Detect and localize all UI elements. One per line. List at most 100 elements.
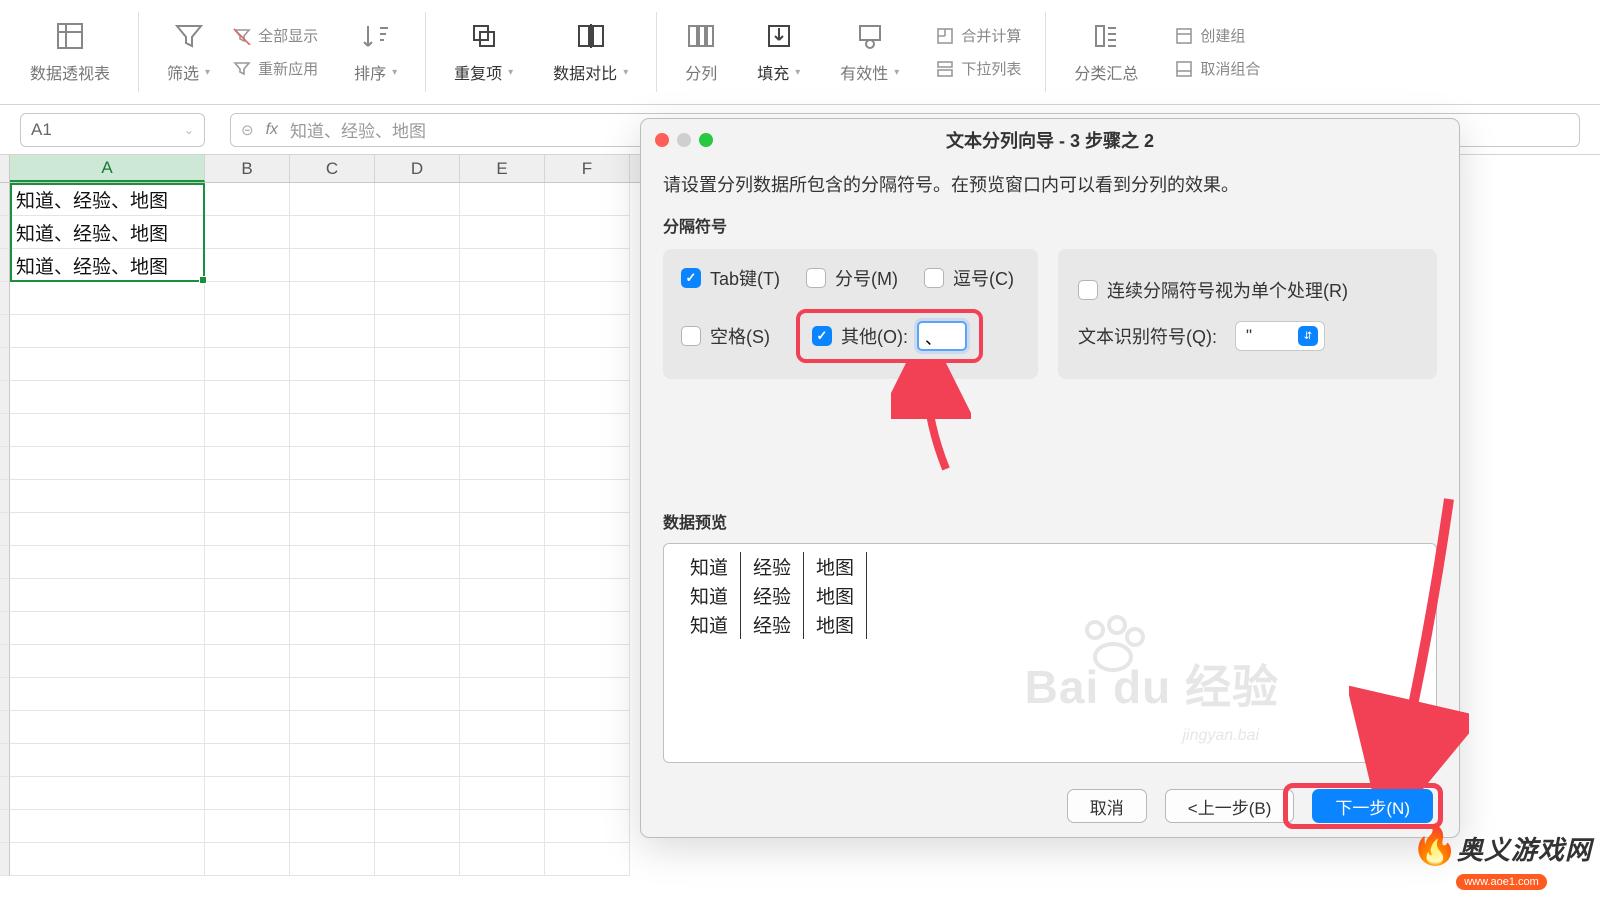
- validation-button[interactable]: 有效性: [832, 16, 907, 88]
- column-headers: A B C D E F: [0, 155, 640, 183]
- options-panel: 连续分隔符号视为单个处理(R) 文本识别符号(Q): " ⇵: [1058, 249, 1437, 379]
- split-icon: [685, 20, 717, 52]
- dropdown-list-button[interactable]: 下拉列表: [931, 56, 1025, 81]
- delimiter-tab[interactable]: ✓Tab键(T): [681, 265, 780, 291]
- cancel-button[interactable]: 取消: [1067, 789, 1147, 823]
- pivot-label: 数据透视表: [30, 60, 110, 84]
- dialog-buttons: 取消 <上一步(B) 下一步(N): [1067, 789, 1433, 823]
- sort-label: 排序: [354, 60, 397, 84]
- subtotal-label: 分类汇总: [1074, 60, 1138, 84]
- filter-icon: [173, 20, 205, 52]
- cell-a3[interactable]: 知道、经验、地图: [10, 249, 205, 282]
- next-button[interactable]: 下一步(N): [1312, 789, 1433, 823]
- col-header-f[interactable]: F: [545, 155, 630, 182]
- preview-box: 知道经验地图 知道经验地图 知道经验地图: [663, 543, 1437, 763]
- compare-button[interactable]: 数据对比: [545, 16, 636, 88]
- col-header-e[interactable]: E: [460, 155, 545, 182]
- show-all-icon: [232, 26, 252, 46]
- filter-label: 筛选: [167, 60, 210, 84]
- show-all-label: 全部显示: [258, 25, 318, 46]
- dialog-description: 请设置分列数据所包含的分隔符号。在预览窗口内可以看到分列的效果。: [663, 171, 1437, 197]
- subtotal-button[interactable]: 分类汇总: [1066, 16, 1146, 88]
- pivot-icon: [54, 20, 86, 52]
- split-column-button[interactable]: 分列: [677, 16, 725, 88]
- reapply-button[interactable]: 重新应用: [228, 56, 322, 81]
- back-button[interactable]: <上一步(B): [1165, 789, 1295, 823]
- ungroup-icon: [1174, 59, 1194, 79]
- chevron-down-icon: ⌄: [184, 123, 194, 137]
- delimiter-other-highlight: ✓其他(O): 、: [796, 309, 983, 363]
- maximize-button[interactable]: [699, 133, 713, 147]
- text-to-columns-dialog: 文本分列向导 - 3 步骤之 2 请设置分列数据所包含的分隔符号。在预览窗口内可…: [640, 118, 1460, 838]
- fill-button[interactable]: 填充: [749, 16, 808, 88]
- consolidate-icon: [935, 26, 955, 46]
- name-box-value: A1: [31, 120, 52, 140]
- show-all-button[interactable]: 全部显示: [228, 23, 322, 48]
- window-controls: [655, 133, 713, 147]
- consolidate-label: 合并计算: [961, 25, 1021, 46]
- col-header-d[interactable]: D: [375, 155, 460, 182]
- name-box[interactable]: A1 ⌄: [20, 113, 205, 147]
- group-icon: [1174, 26, 1194, 46]
- delimiter-other[interactable]: ✓其他(O):: [812, 323, 908, 349]
- site-badge: 🔥 奥义游戏网 www.aoe1.com: [1411, 824, 1592, 890]
- group-button[interactable]: 创建组: [1170, 23, 1264, 48]
- select-all-corner[interactable]: [0, 155, 10, 182]
- duplicates-button[interactable]: 重复项: [446, 16, 521, 88]
- delimiter-space[interactable]: 空格(S): [681, 323, 770, 349]
- delimiter-section-title: 分隔符号: [663, 213, 1437, 237]
- minimize-button[interactable]: [677, 133, 691, 147]
- cell-a2[interactable]: 知道、经验、地图: [10, 216, 205, 249]
- formula-content: 知道、经验、地图: [290, 117, 426, 142]
- checkbox-icon: [1078, 280, 1098, 300]
- checkbox-icon: [924, 268, 944, 288]
- dropdown-label: 下拉列表: [961, 58, 1021, 79]
- table-row: 知道经验地图: [678, 581, 867, 610]
- sort-button[interactable]: 排序: [346, 16, 405, 88]
- delimiter-other-input[interactable]: 、: [917, 321, 967, 351]
- split-label: 分列: [685, 60, 717, 84]
- checkbox-checked-icon: ✓: [812, 326, 832, 346]
- dialog-title: 文本分列向导 - 3 步骤之 2: [946, 127, 1154, 153]
- flame-icon: 🔥: [1411, 824, 1451, 872]
- group-label: 创建组: [1200, 25, 1245, 46]
- fx-icon: fx: [266, 121, 278, 139]
- table-row: 知道经验地图: [678, 552, 867, 581]
- compare-label: 数据对比: [553, 60, 628, 84]
- close-button[interactable]: [655, 133, 669, 147]
- delimiters-panel: ✓Tab键(T) 分号(M) 逗号(C) 空格(S) ✓其他(O): 、: [663, 249, 1038, 379]
- checkbox-icon: [681, 326, 701, 346]
- col-header-a[interactable]: A: [10, 155, 205, 182]
- delimiter-comma[interactable]: 逗号(C): [924, 265, 1014, 291]
- validation-icon: [854, 20, 886, 52]
- reapply-label: 重新应用: [258, 58, 318, 79]
- checkbox-icon: [806, 268, 826, 288]
- site-domain: www.aoe1.com: [1456, 874, 1547, 890]
- dialog-titlebar[interactable]: 文本分列向导 - 3 步骤之 2: [641, 119, 1459, 161]
- col-header-c[interactable]: C: [290, 155, 375, 182]
- consecutive-delimiters[interactable]: 连续分隔符号视为单个处理(R): [1078, 277, 1417, 303]
- filter-button[interactable]: 筛选: [159, 16, 218, 88]
- consolidate-button[interactable]: 合并计算: [931, 23, 1025, 48]
- col-header-b[interactable]: B: [205, 155, 290, 182]
- cancel-fx-icon: ⊝: [241, 121, 254, 139]
- subtotal-icon: [1090, 20, 1122, 52]
- fill-icon: [763, 20, 795, 52]
- text-qualifier-select[interactable]: " ⇵: [1235, 321, 1325, 351]
- compare-icon: [575, 20, 607, 52]
- fill-label: 填充: [757, 60, 800, 84]
- preview-table: 知道经验地图 知道经验地图 知道经验地图: [678, 552, 867, 639]
- ungroup-label: 取消组合: [1200, 58, 1260, 79]
- cell-a1[interactable]: 知道、经验、地图: [10, 183, 205, 216]
- reapply-icon: [232, 59, 252, 79]
- pivot-table-button[interactable]: 数据透视表: [22, 16, 118, 88]
- preview-title: 数据预览: [663, 509, 1437, 533]
- site-name: 奥义游戏网: [1457, 830, 1592, 867]
- checkbox-checked-icon: ✓: [681, 268, 701, 288]
- validation-label: 有效性: [840, 60, 899, 84]
- delimiter-semicolon[interactable]: 分号(M): [806, 265, 898, 291]
- text-qualifier-label: 文本识别符号(Q):: [1078, 323, 1217, 349]
- grid[interactable]: 知道、经验、地图 知道、经验、地图 知道、经验、地图: [0, 183, 640, 876]
- ribbon-toolbar: 数据透视表 筛选 全部显示 重新应用 排序: [0, 0, 1600, 105]
- ungroup-button[interactable]: 取消组合: [1170, 56, 1264, 81]
